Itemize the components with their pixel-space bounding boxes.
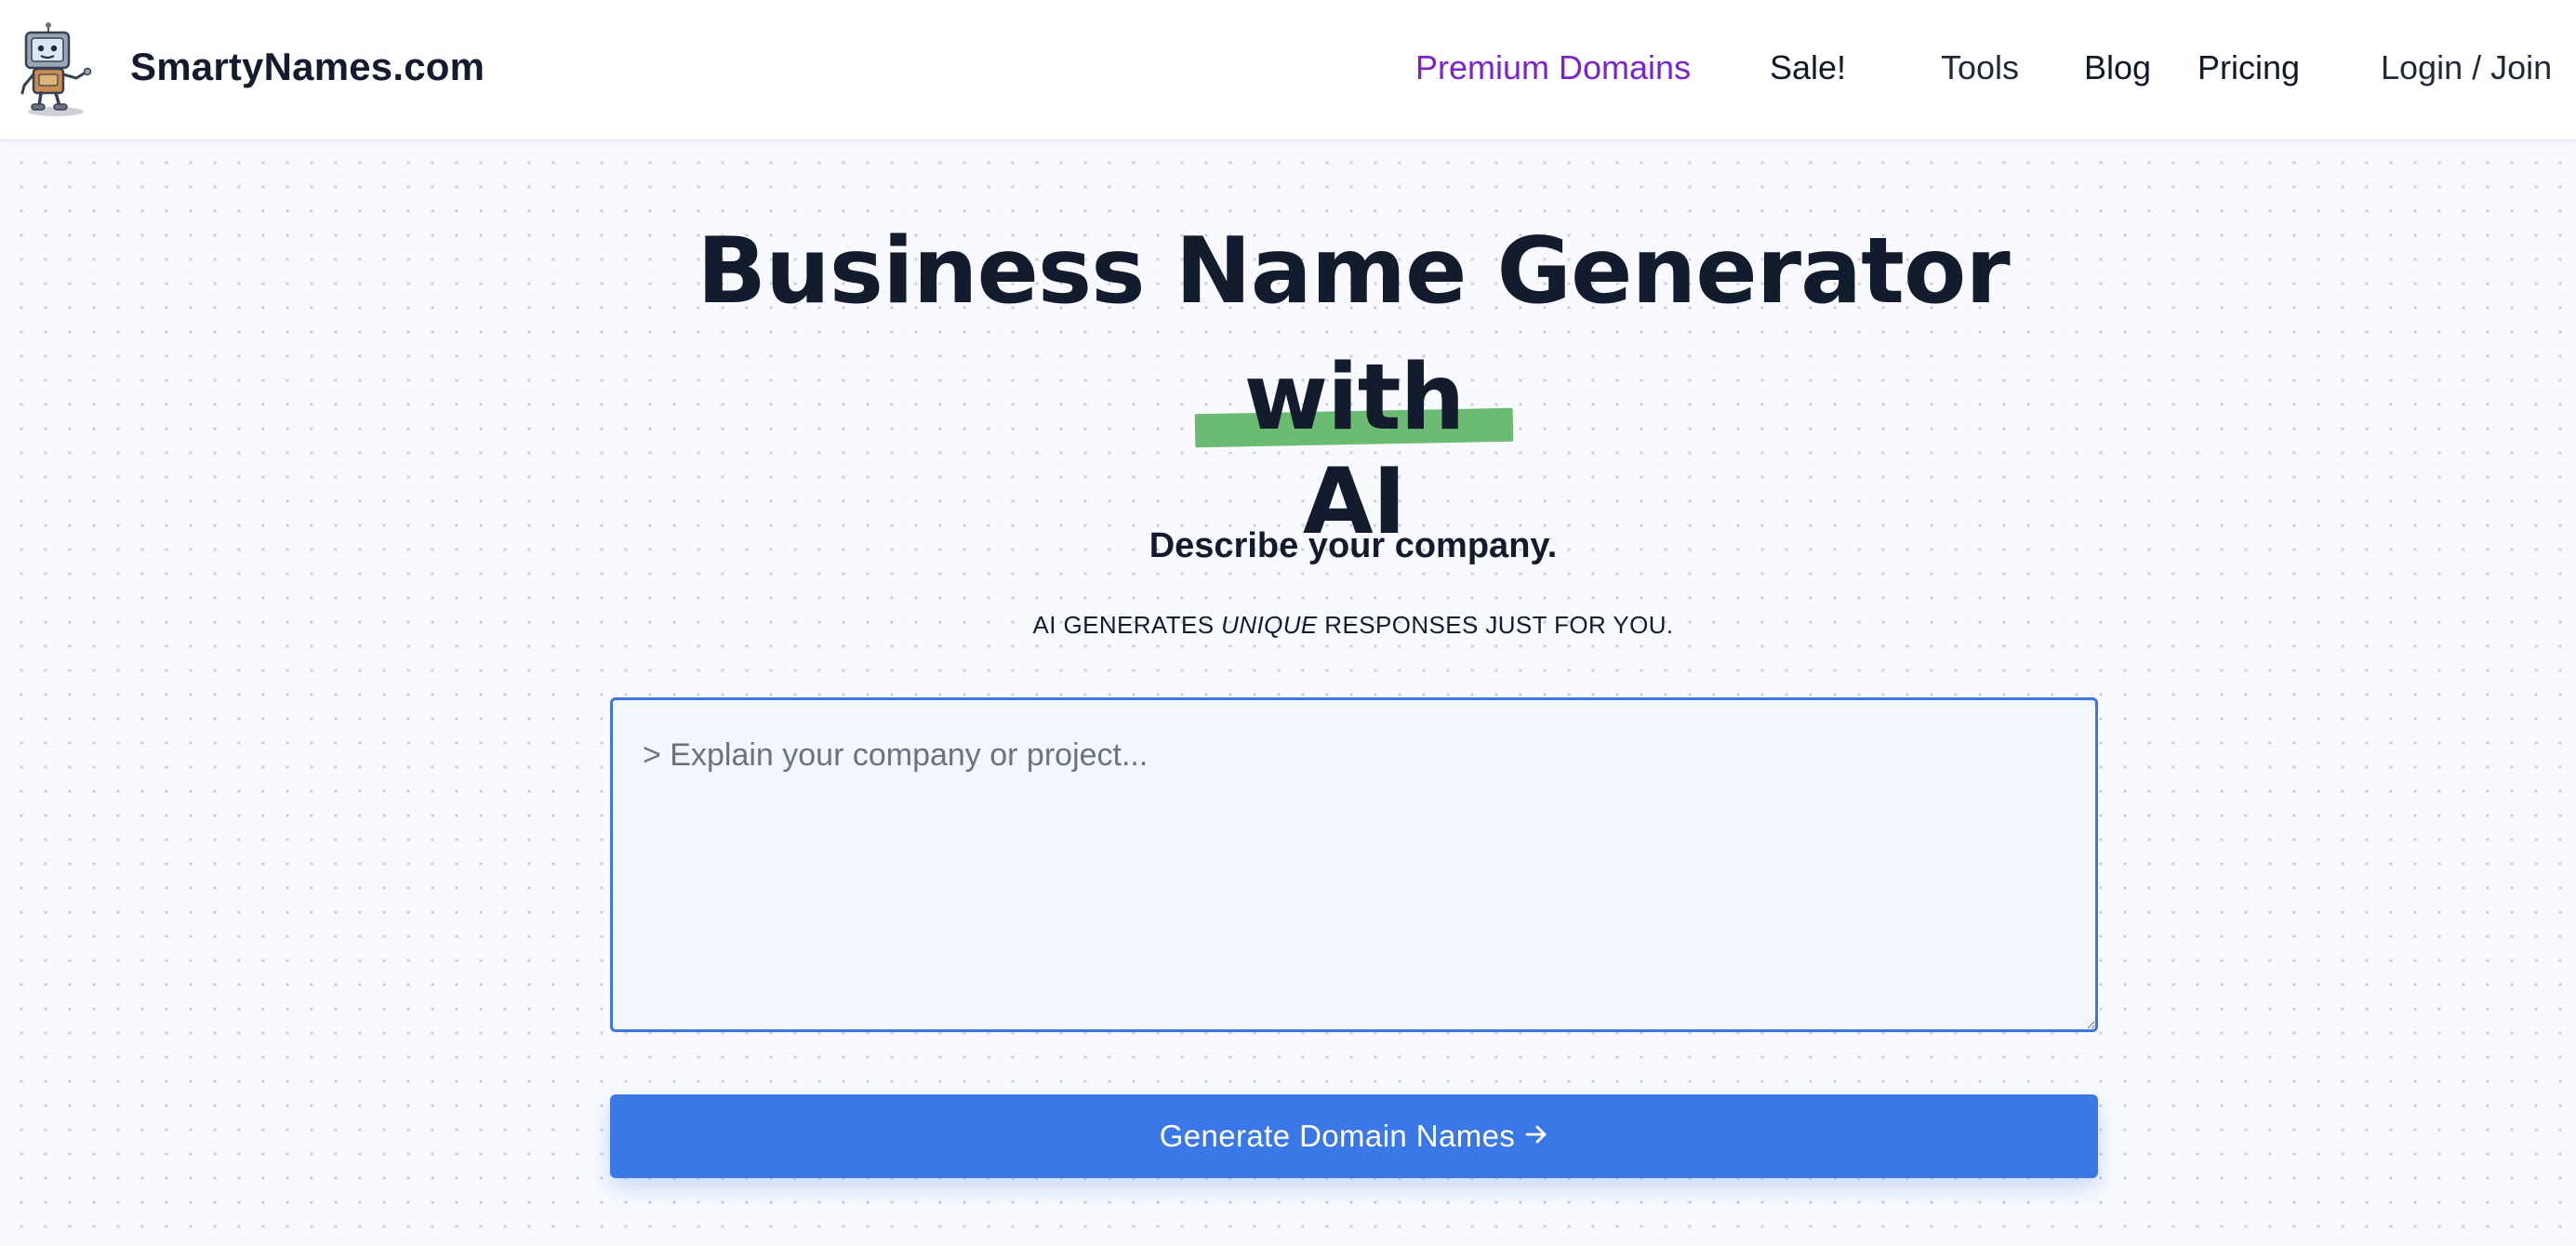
tagline-text-after: RESPONSES JUST FOR YOU. xyxy=(1317,611,1674,639)
page-title: Business Name Generator xyxy=(697,219,2010,325)
tagline-text-before: AI GENERATES xyxy=(1032,611,1222,639)
page-subtitle: Describe your company. xyxy=(1149,526,1558,565)
tagline: AI GENERATES UNIQUE RESPONSES JUST FOR Y… xyxy=(0,611,2576,640)
company-description-input[interactable] xyxy=(610,697,2098,1032)
brand-link[interactable]: SmartyNames.com xyxy=(130,45,485,89)
site-header: SmartyNames.com Premium Domains Sale! To… xyxy=(0,0,2576,141)
nav-premium-domains[interactable]: Premium Domains xyxy=(1415,48,1691,87)
generate-domain-names-button[interactable]: Generate Domain Names xyxy=(610,1094,2098,1178)
generate-button-label: Generate Domain Names xyxy=(1159,1119,1516,1153)
nav-sale[interactable]: Sale! xyxy=(1770,48,1846,87)
nav-tools[interactable]: Tools xyxy=(1941,48,2019,87)
nav-pricing[interactable]: Pricing xyxy=(2198,48,2300,87)
page-title-emphasis: with AI xyxy=(1243,345,1466,555)
robot-mascot-icon[interactable] xyxy=(17,20,95,117)
arrow-right-icon xyxy=(1524,1119,1548,1154)
title-highlight-group: with AI xyxy=(1194,346,1514,554)
tagline-emphasis: UNIQUE xyxy=(1221,611,1318,639)
nav-blog[interactable]: Blog xyxy=(2084,48,2151,87)
nav-login-join[interactable]: Login / Join xyxy=(2381,48,2552,87)
